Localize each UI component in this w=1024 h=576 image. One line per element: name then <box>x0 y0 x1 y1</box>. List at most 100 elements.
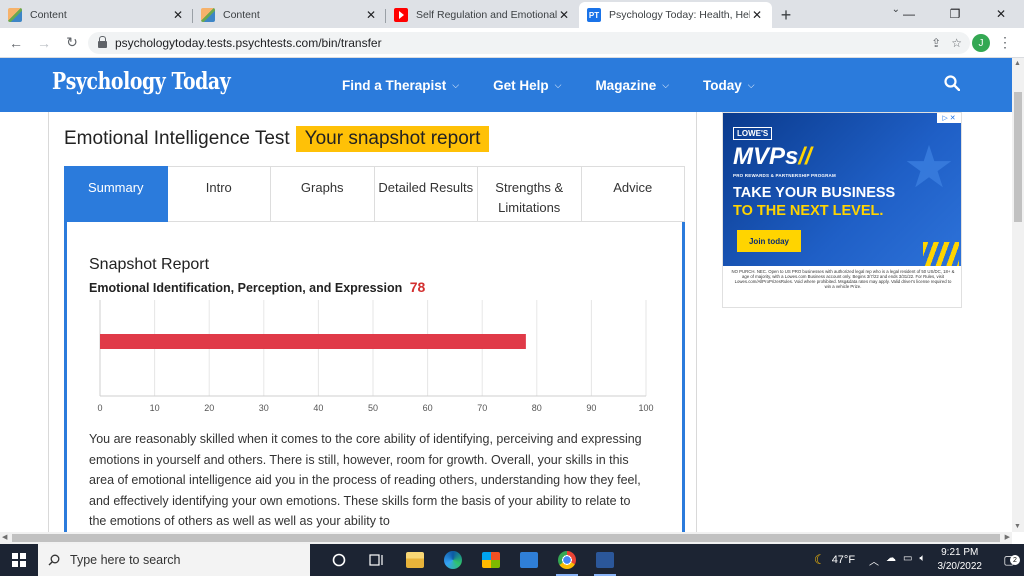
tab-title: Content <box>30 9 67 21</box>
tab-graphs[interactable]: Graphs <box>271 166 375 222</box>
notification-center-button[interactable]: ▢ 2 <box>994 553 1024 567</box>
network-icon[interactable]: ☁ <box>886 553 896 568</box>
new-tab-button[interactable]: + <box>772 2 800 28</box>
x-tick-label: 90 <box>586 403 596 413</box>
x-tick-label: 10 <box>150 403 160 413</box>
vertical-scrollbar[interactable]: ▲ ▼ <box>1012 58 1024 532</box>
close-tab-icon[interactable]: ✕ <box>364 8 378 22</box>
clock-date: 3/20/2022 <box>937 561 983 572</box>
tab-summary[interactable]: Summary <box>64 166 168 222</box>
chevron-down-icon: ⌵ <box>452 79 460 90</box>
clock-time: 9:21 PM <box>941 547 979 558</box>
test-title-text: Emotional Intelligence Test <box>64 128 290 149</box>
ad-choices-icon[interactable]: ▷ ✕ <box>937 113 961 123</box>
lock-icon[interactable] <box>98 36 107 48</box>
tab-advice[interactable]: Advice <box>581 166 685 222</box>
restore-icon[interactable]: ❐ <box>932 0 978 28</box>
mail-icon <box>520 552 538 568</box>
forward-arrow-icon[interactable]: → <box>32 35 56 51</box>
pt-favicon-icon: PT <box>587 8 601 22</box>
ad-cta-button[interactable]: Join today <box>737 230 801 252</box>
nav-get-help[interactable]: Get Help ⌵ <box>493 78 561 93</box>
scroll-right-icon[interactable]: ▶ <box>1005 533 1010 541</box>
browser-tab-strip: Content ✕ Content ✕ Self Regulation and … <box>0 0 1024 28</box>
volume-icon[interactable]: 🔈︎ <box>920 553 926 568</box>
scroll-thumb[interactable] <box>1014 92 1022 222</box>
tab-intro[interactable]: Intro <box>167 166 271 222</box>
site-header: Psychology Today Find a Therapist ⌵ Get H… <box>0 58 1012 112</box>
clock[interactable]: 9:21 PM 3/20/2022 <box>938 546 983 574</box>
close-tab-icon[interactable]: ✕ <box>750 8 764 22</box>
profile-avatar[interactable]: J <box>972 34 990 52</box>
nav-label: Magazine <box>595 77 657 93</box>
temperature: 47°F <box>831 554 856 566</box>
tab-title: Content <box>223 9 260 21</box>
scroll-left-icon[interactable]: ◀ <box>2 533 7 541</box>
bookmark-star-icon[interactable]: ☆ <box>951 36 962 50</box>
close-window-icon[interactable]: ✕ <box>978 0 1024 28</box>
minimize-icon[interactable]: — <box>886 0 932 28</box>
scroll-thumb-horizontal[interactable] <box>12 534 1000 542</box>
ad-subline: PRO REWARDS & PARTNERSHIP PROGRAM <box>733 173 836 178</box>
score-value: 78 <box>409 279 426 295</box>
site-logo[interactable]: Psychology Today <box>52 68 231 95</box>
task-view-button[interactable] <box>358 544 396 576</box>
taskbar-search-placeholder: Type here to search <box>70 553 181 567</box>
x-tick-label: 20 <box>204 403 214 413</box>
tab-detailed-results[interactable]: Detailed Results <box>374 166 478 222</box>
youtube-favicon-icon <box>394 8 408 22</box>
mail-button[interactable] <box>510 544 548 576</box>
scroll-up-icon[interactable]: ▲ <box>1014 60 1021 67</box>
x-tick-label: 80 <box>532 403 542 413</box>
ad-fineprint: NO PURCH. NEC. Open to US PRO businesses… <box>731 269 955 289</box>
store-icon <box>482 552 500 568</box>
browser-tab-4-active[interactable]: PT Psychology Today: Health, Help, H ✕ <box>579 2 772 28</box>
back-arrow-icon[interactable]: ← <box>4 35 28 51</box>
taskbar-search-box[interactable]: Type here to search <box>38 544 310 576</box>
report-card: Emotional Intelligence Test Your snapsho… <box>48 112 697 532</box>
start-button[interactable] <box>0 544 38 576</box>
close-tab-icon[interactable]: ✕ <box>171 8 185 22</box>
horizontal-scrollbar[interactable]: ◀ ▶ <box>0 532 1012 544</box>
show-hidden-icons-chevron-icon[interactable]: ︿ <box>869 553 879 568</box>
x-tick-label: 100 <box>638 403 653 413</box>
edge-button[interactable] <box>434 544 472 576</box>
nav-magazine[interactable]: Magazine ⌵ <box>595 78 669 93</box>
nav-today[interactable]: Today ⌵ <box>703 78 755 93</box>
file-explorer-button[interactable] <box>396 544 434 576</box>
taskbar-apps <box>320 544 624 576</box>
browser-menu-icon[interactable]: ⋮ <box>998 34 1012 51</box>
weather-widget[interactable]: ☾ 47°F <box>814 552 855 568</box>
share-icon[interactable]: ⇪ <box>931 36 941 50</box>
close-tab-icon[interactable]: ✕ <box>557 8 571 22</box>
browser-tab-3[interactable]: Self Regulation and Emotional Int ✕ <box>386 2 579 28</box>
windows-taskbar: Type here to search ☾ 47°F ︿ ☁ ▭ 🔈︎ 9:21… <box>0 544 1024 576</box>
task-view-icon <box>369 554 383 566</box>
advertisement[interactable]: ★ LOWE'S MVPs// PRO REWARDS & PARTNERSHI… <box>722 112 962 308</box>
chrome-button[interactable] <box>548 544 586 576</box>
browser-tab-2[interactable]: Content ✕ <box>193 2 386 28</box>
search-icon <box>48 554 60 566</box>
content-favicon-icon <box>201 8 215 22</box>
browser-tab-1[interactable]: Content ✕ <box>0 2 193 28</box>
address-bar[interactable]: psychologytoday.tests.psychtests.com/bin… <box>88 32 970 54</box>
search-icon[interactable] <box>944 75 960 91</box>
url-text[interactable]: psychologytoday.tests.psychtests.com/bin… <box>115 36 382 50</box>
system-tray: ☾ 47°F ︿ ☁ ▭ 🔈︎ 9:21 PM 3/20/2022 ▢ 2 <box>814 544 1024 576</box>
nav-label: Find a Therapist <box>342 77 447 93</box>
tab-strengths-limitations[interactable]: Strengths & Limitations <box>478 166 582 222</box>
slash-graphic-icon: // <box>798 143 812 170</box>
store-button[interactable] <box>472 544 510 576</box>
reload-icon[interactable]: ↻ <box>60 34 84 51</box>
section-heading: Snapshot Report <box>89 256 210 273</box>
ad-line-1: TAKE YOUR BUSINESS <box>733 185 896 201</box>
battery-icon[interactable]: ▭ <box>903 553 912 568</box>
moon-icon: ☾ <box>814 552 826 567</box>
x-tick-label: 0 <box>97 403 102 413</box>
word-button[interactable] <box>586 544 624 576</box>
cortana-button[interactable] <box>320 544 358 576</box>
ad-banner[interactable]: ★ LOWE'S MVPs// PRO REWARDS & PARTNERSHI… <box>723 113 961 266</box>
scroll-down-icon[interactable]: ▼ <box>1014 523 1021 530</box>
nav-find-a-therapist[interactable]: Find a Therapist ⌵ <box>342 78 459 93</box>
page-content: Emotional Intelligence Test Your snapsho… <box>0 112 1012 532</box>
